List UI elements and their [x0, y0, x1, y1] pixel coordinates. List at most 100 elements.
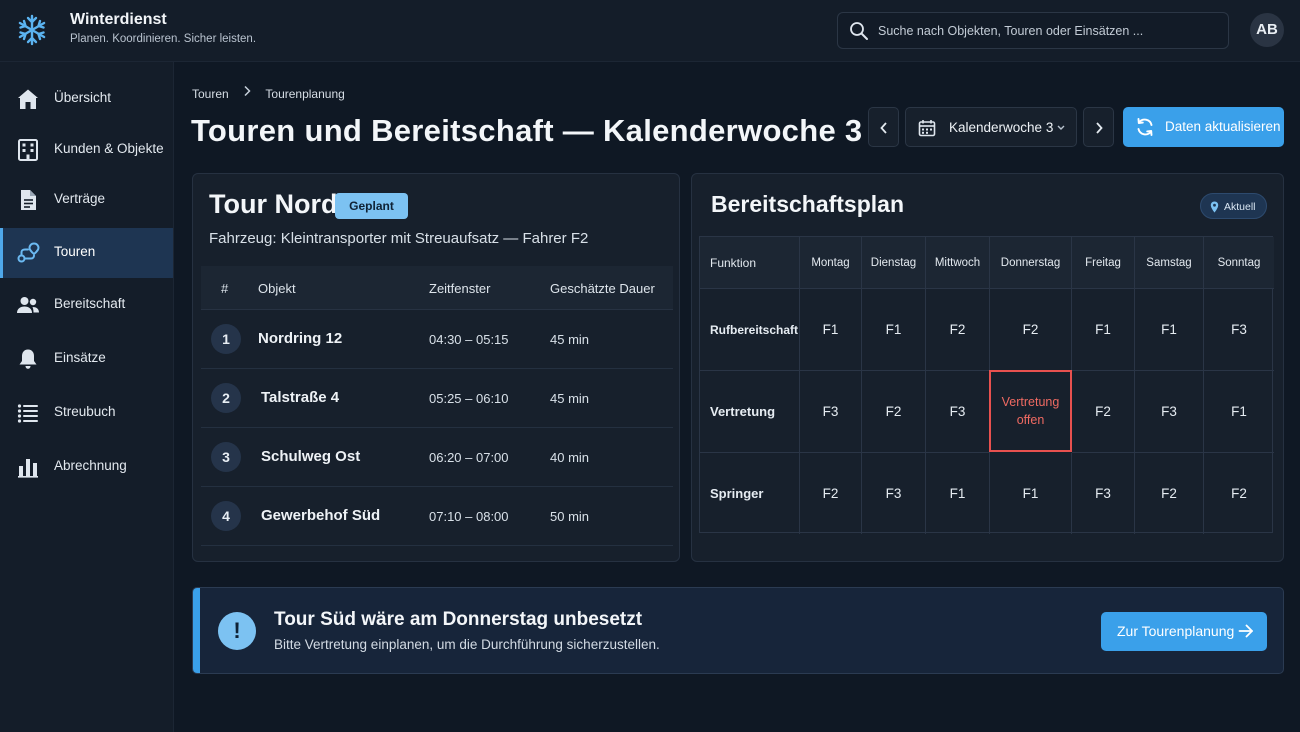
- shift-cell[interactable]: F3: [1135, 371, 1204, 453]
- stop-object: Schulweg Ost: [261, 448, 361, 465]
- standby-grid: Funktion Montag Dienstag Mittwoch Donner…: [699, 236, 1274, 534]
- shift-cell[interactable]: F2: [1204, 453, 1274, 534]
- arrow-right-icon: [1238, 624, 1253, 638]
- shift-cell[interactable]: F2: [926, 289, 990, 371]
- table-row[interactable]: 3 Schulweg Ost 06:20 – 07:00 40 min: [201, 428, 673, 487]
- search-icon: [850, 22, 868, 40]
- function-label: Springer: [700, 453, 800, 534]
- prev-week-button[interactable]: [868, 107, 899, 147]
- function-label: Vertretung: [700, 371, 800, 453]
- home-icon: [18, 89, 38, 109]
- shift-cell[interactable]: F1: [862, 289, 926, 371]
- sidebar-item-kunden-objekte[interactable]: Kunden & Objekte: [0, 125, 173, 175]
- sidebar-item-abrechnung[interactable]: Abrechnung: [0, 442, 173, 492]
- column-header-day: Freitag: [1072, 237, 1135, 289]
- stop-object: Talstraße 4: [261, 389, 340, 406]
- list-icon: [17, 404, 38, 423]
- alert-accent-bar: [193, 588, 200, 673]
- open-shift-cell[interactable]: Vertretung offen: [989, 370, 1072, 452]
- chevron-down-icon: [1057, 125, 1065, 130]
- column-header-day: Sonntag: [1204, 237, 1274, 289]
- stop-object: Nordring 12: [258, 330, 343, 347]
- sidebar-item-einsaetze[interactable]: Einsätze: [0, 334, 173, 384]
- sidebar-item-uebersicht[interactable]: Übersicht: [0, 74, 173, 124]
- shift-cell[interactable]: F3: [862, 453, 926, 534]
- shift-cell[interactable]: F2: [800, 453, 862, 534]
- stop-number: 2: [211, 383, 241, 413]
- shift-cell[interactable]: F2: [862, 371, 926, 453]
- stop-duration: 40 min: [550, 450, 590, 465]
- vehicle-info: Fahrzeug: Kleintransporter mit Streuaufs…: [209, 230, 589, 247]
- shift-cell[interactable]: F2: [1135, 453, 1204, 534]
- search-box[interactable]: [837, 12, 1229, 49]
- stop-time-window: 04:30 – 05:15: [429, 332, 509, 347]
- app-title: Winterdienst: [70, 11, 167, 28]
- column-header-object: Objekt: [258, 281, 296, 296]
- week-select-label: Kalenderwoche 3: [949, 120, 1054, 135]
- stop-time-window: 05:25 – 06:10: [429, 391, 509, 406]
- stop-duration: 45 min: [550, 332, 590, 347]
- column-header-day: Mittwoch: [926, 237, 990, 289]
- refresh-button-label: Daten aktualisieren: [1165, 119, 1281, 134]
- search-input[interactable]: [878, 13, 1218, 48]
- building-icon: [18, 139, 38, 161]
- shift-cell[interactable]: F2: [990, 289, 1072, 371]
- refresh-icon: [1137, 118, 1153, 136]
- chevron-left-icon: [880, 122, 887, 134]
- stop-number: 4: [211, 501, 241, 531]
- column-header-function: Funktion: [700, 237, 800, 289]
- shift-cell[interactable]: F2: [1072, 371, 1135, 453]
- tour-panel: Tour Nord Geplant Fahrzeug: Kleintranspo…: [192, 173, 680, 562]
- next-week-button[interactable]: [1083, 107, 1114, 147]
- page-title: Touren und Bereitschaft — Kalenderwoche …: [191, 113, 863, 148]
- column-header-day: Dienstag: [862, 237, 926, 289]
- current-badge[interactable]: Aktuell: [1200, 193, 1267, 219]
- exclamation-icon: !: [218, 612, 256, 650]
- sidebar-item-touren[interactable]: Touren: [0, 228, 173, 278]
- table-row[interactable]: 2 Talstraße 4 05:25 – 06:10 45 min: [201, 369, 673, 428]
- go-to-tour-planning-button[interactable]: Zur Tourenplanung: [1101, 612, 1267, 651]
- sidebar-item-label: Kunden & Objekte: [54, 141, 164, 156]
- stop-time-window: 07:10 – 08:00: [429, 509, 509, 524]
- status-badge: Geplant: [335, 193, 408, 219]
- shift-cell[interactable]: F3: [926, 371, 990, 453]
- sidebar-item-label: Übersicht: [54, 90, 112, 105]
- table-row[interactable]: 4 Gewerbehof Süd 07:10 – 08:00 50 min: [201, 487, 673, 546]
- table-row[interactable]: 1 Nordring 12 04:30 – 05:15 45 min: [201, 310, 673, 369]
- avatar[interactable]: AB: [1250, 13, 1284, 47]
- sidebar-item-streubuch[interactable]: Streubuch: [0, 388, 173, 438]
- shift-cell[interactable]: F1: [990, 453, 1072, 534]
- shift-cell[interactable]: F3: [1204, 289, 1274, 371]
- stop-number: 3: [211, 442, 241, 472]
- alert-button-label: Zur Tourenplanung: [1117, 623, 1235, 639]
- function-label: Rufbereitschaft: [700, 289, 800, 371]
- snowflake-icon: [18, 14, 46, 46]
- column-header-window: Zeitfenster: [429, 281, 491, 296]
- sidebar-item-label: Abrechnung: [54, 458, 127, 473]
- shift-cell[interactable]: F3: [1072, 453, 1135, 534]
- bar-chart-icon: [18, 459, 38, 478]
- week-select[interactable]: Kalenderwoche 3: [905, 107, 1077, 147]
- shift-cell[interactable]: F1: [926, 453, 990, 534]
- shift-cell[interactable]: F1: [1072, 289, 1135, 371]
- alert-title: Tour Süd wäre am Donnerstag unbesetzt: [274, 609, 643, 630]
- alert-text: Bitte Vertretung einplanen, um die Durch…: [274, 637, 660, 652]
- chevron-right-icon: [244, 85, 251, 97]
- app-subtitle: Planen. Koordinieren. Sicher leisten.: [70, 33, 257, 45]
- calendar-icon: [918, 120, 936, 137]
- shift-cell[interactable]: F3: [800, 371, 862, 453]
- shift-cell[interactable]: F1: [1204, 371, 1274, 453]
- column-header-number: #: [221, 281, 229, 296]
- alert-banner: ! Tour Süd wäre am Donnerstag unbesetzt …: [192, 587, 1284, 674]
- sidebar-item-vertraege[interactable]: Verträge: [0, 175, 173, 225]
- tour-title: Tour Nord: [209, 189, 338, 219]
- refresh-button[interactable]: Daten aktualisieren: [1123, 107, 1284, 147]
- sidebar-item-bereitschaft[interactable]: Bereitschaft: [0, 280, 173, 330]
- shift-cell[interactable]: F1: [1135, 289, 1204, 371]
- shift-cell[interactable]: F1: [800, 289, 862, 371]
- breadcrumb-touren[interactable]: Touren: [192, 87, 229, 101]
- standby-plan-panel: Bereitschaftsplan Aktuell Funktion Monta…: [691, 173, 1284, 562]
- stop-duration: 45 min: [550, 391, 590, 406]
- sidebar-item-label: Verträge: [54, 191, 106, 206]
- sidebar-item-label: Bereitschaft: [54, 296, 126, 311]
